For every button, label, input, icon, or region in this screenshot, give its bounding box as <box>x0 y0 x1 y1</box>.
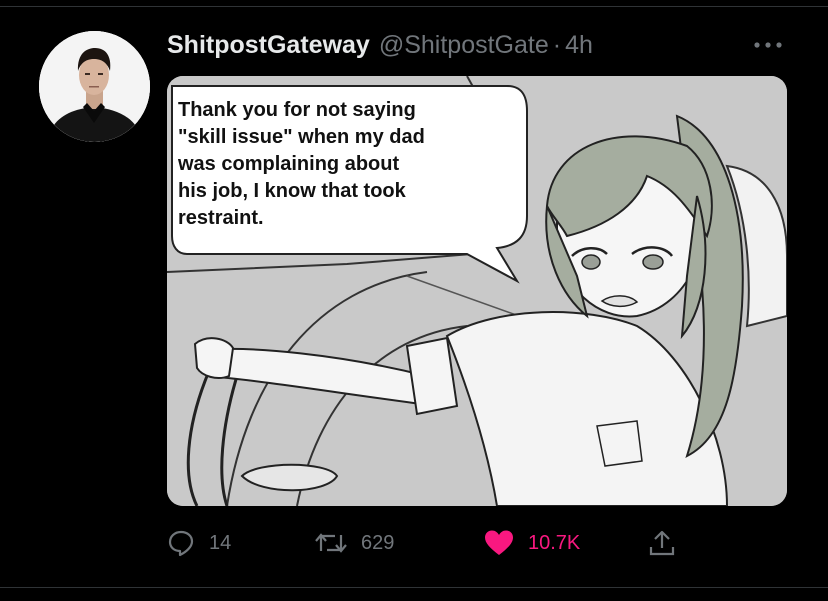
more-icon[interactable] <box>750 33 786 57</box>
bottom-divider <box>0 587 828 588</box>
tweet-actions: 14 629 10.7K <box>167 527 787 559</box>
share-icon <box>649 529 675 557</box>
share-button[interactable] <box>649 527 675 559</box>
speech-bubble-text: Thank you for not saying "skill issue" w… <box>178 99 425 229</box>
retweet-count: 629 <box>361 531 395 554</box>
reply-count: 14 <box>209 531 232 554</box>
user-handle[interactable]: @ShitpostGate <box>379 31 549 60</box>
reply-button[interactable]: 14 <box>167 527 231 559</box>
retweet-icon <box>315 529 347 557</box>
retweet-button[interactable]: 629 <box>315 527 394 559</box>
top-divider <box>0 6 828 7</box>
tweet-header: ShitpostGateway @ShitpostGate · 4h <box>167 28 593 62</box>
tweet-view: ShitpostGateway @ShitpostGate · 4h Thank… <box>0 0 828 601</box>
avatar[interactable] <box>39 31 150 142</box>
timestamp[interactable]: 4h <box>565 31 593 60</box>
display-name[interactable]: ShitpostGateway <box>167 31 370 60</box>
reply-icon <box>167 529 195 557</box>
heart-icon <box>484 529 514 557</box>
like-count: 10.7K <box>528 531 581 554</box>
separator-dot: · <box>552 30 562 59</box>
like-button[interactable]: 10.7K <box>484 527 580 559</box>
